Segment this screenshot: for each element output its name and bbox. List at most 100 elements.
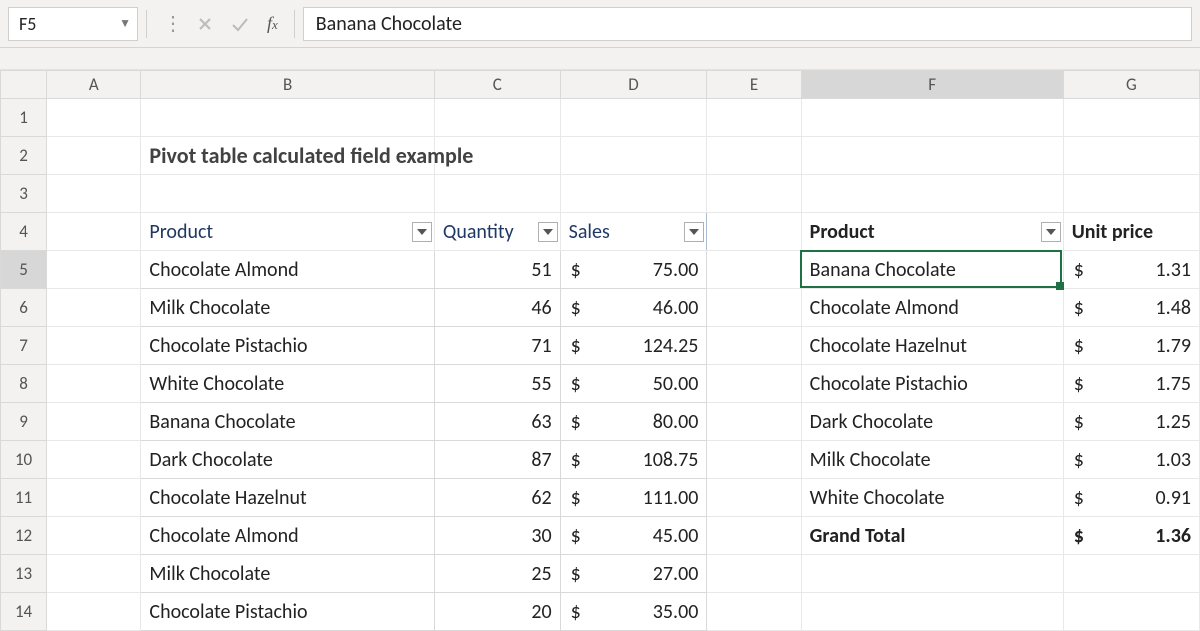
table-cell-product[interactable]: Chocolate Almond — [141, 251, 434, 289]
table-cell-product[interactable]: Chocolate Pistachio — [141, 327, 434, 365]
cell-D4[interactable]: Sales — [560, 213, 707, 251]
cell-E9[interactable] — [707, 403, 801, 441]
filter-button[interactable] — [1041, 222, 1061, 242]
cell-C3[interactable] — [434, 175, 560, 213]
table-cell-product[interactable]: Milk Chocolate — [141, 289, 434, 327]
cell-A7[interactable] — [47, 327, 141, 365]
table-cell-sales[interactable]: $45.00 — [560, 517, 707, 555]
row-header[interactable]: 13 — [1, 555, 47, 593]
select-all-corner[interactable] — [1, 71, 47, 99]
row-header[interactable]: 14 — [1, 593, 47, 631]
cell-A13[interactable] — [47, 555, 141, 593]
table-cell-sales[interactable]: $111.00 — [560, 479, 707, 517]
pivot-row-value[interactable]: $1.79 — [1063, 327, 1199, 365]
cell-A5[interactable] — [47, 251, 141, 289]
table-cell-sales[interactable]: $50.00 — [560, 365, 707, 403]
pivot-grand-total-label[interactable]: Grand Total — [801, 517, 1063, 555]
pivot-row-label[interactable]: Chocolate Pistachio — [801, 365, 1063, 403]
cell-D3[interactable] — [560, 175, 707, 213]
cell-F1[interactable] — [801, 99, 1063, 137]
pivot-row-value[interactable]: $1.25 — [1063, 403, 1199, 441]
cell-D1[interactable] — [560, 99, 707, 137]
cell-E12[interactable] — [707, 517, 801, 555]
cell-C1[interactable] — [434, 99, 560, 137]
cell-F13[interactable] — [801, 555, 1063, 593]
pivot-row-value[interactable]: $1.48 — [1063, 289, 1199, 327]
cell-A8[interactable] — [47, 365, 141, 403]
table-cell-quantity[interactable]: 62 — [434, 479, 560, 517]
cell-E13[interactable] — [707, 555, 801, 593]
formula-input[interactable]: Banana Chocolate — [303, 7, 1192, 41]
cell-G3[interactable] — [1063, 175, 1199, 213]
cell-B2[interactable]: Pivot table calculated field example — [141, 137, 434, 175]
cell-A1[interactable] — [47, 99, 141, 137]
table-cell-sales[interactable]: $80.00 — [560, 403, 707, 441]
table-cell-quantity[interactable]: 71 — [434, 327, 560, 365]
cell-A9[interactable] — [47, 403, 141, 441]
spreadsheet-grid[interactable]: ABCDEFG 12Pivot table calculated field e… — [0, 70, 1200, 631]
cell-E7[interactable] — [707, 327, 801, 365]
pivot-row-label[interactable]: Chocolate Almond — [801, 289, 1063, 327]
column-header-C[interactable]: C — [434, 71, 560, 99]
pivot-row-value[interactable]: $1.75 — [1063, 365, 1199, 403]
table-cell-quantity[interactable]: 87 — [434, 441, 560, 479]
table-cell-product[interactable]: Milk Chocolate — [141, 555, 434, 593]
cell-C4[interactable]: Quantity — [434, 213, 560, 251]
pivot-row-label[interactable]: White Chocolate — [801, 479, 1063, 517]
cell-A14[interactable] — [47, 593, 141, 631]
cell-A6[interactable] — [47, 289, 141, 327]
cell-G13[interactable] — [1063, 555, 1199, 593]
cell-E10[interactable] — [707, 441, 801, 479]
cell-E14[interactable] — [707, 593, 801, 631]
row-header[interactable]: 8 — [1, 365, 47, 403]
cell-E2[interactable] — [707, 137, 801, 175]
cell-F4[interactable]: Product — [801, 213, 1063, 251]
cell-E3[interactable] — [707, 175, 801, 213]
cell-E4[interactable] — [707, 213, 801, 251]
cell-A3[interactable] — [47, 175, 141, 213]
table-cell-sales[interactable]: $108.75 — [560, 441, 707, 479]
row-header[interactable]: 1 — [1, 99, 47, 137]
table-cell-quantity[interactable]: 30 — [434, 517, 560, 555]
table-cell-product[interactable]: Banana Chocolate — [141, 403, 434, 441]
cell-E5[interactable] — [707, 251, 801, 289]
row-header[interactable]: 10 — [1, 441, 47, 479]
cell-A12[interactable] — [47, 517, 141, 555]
table-cell-product[interactable]: Chocolate Almond — [141, 517, 434, 555]
insert-function-icon[interactable]: fx — [267, 13, 278, 34]
filter-button[interactable] — [538, 222, 558, 242]
row-header[interactable]: 5 — [1, 251, 47, 289]
filter-button[interactable] — [684, 222, 704, 242]
cell-F3[interactable] — [801, 175, 1063, 213]
cell-E1[interactable] — [707, 99, 801, 137]
cancel-icon[interactable] — [197, 16, 213, 32]
pivot-row-label[interactable]: Milk Chocolate — [801, 441, 1063, 479]
cell-G2[interactable] — [1063, 137, 1199, 175]
pivot-row-value[interactable]: $1.03 — [1063, 441, 1199, 479]
table-cell-product[interactable]: Chocolate Pistachio — [141, 593, 434, 631]
cell-A2[interactable] — [47, 137, 141, 175]
row-header[interactable]: 4 — [1, 213, 47, 251]
row-header[interactable]: 11 — [1, 479, 47, 517]
row-header[interactable]: 2 — [1, 137, 47, 175]
table-cell-product[interactable]: Dark Chocolate — [141, 441, 434, 479]
cell-B4[interactable]: Product — [141, 213, 434, 251]
table-cell-quantity[interactable]: 51 — [434, 251, 560, 289]
cell-E6[interactable] — [707, 289, 801, 327]
table-cell-sales[interactable]: $124.25 — [560, 327, 707, 365]
table-cell-sales[interactable]: $46.00 — [560, 289, 707, 327]
cell-F2[interactable] — [801, 137, 1063, 175]
column-header-E[interactable]: E — [707, 71, 801, 99]
pivot-row-value[interactable]: $1.31 — [1063, 251, 1199, 289]
cell-D2[interactable] — [560, 137, 707, 175]
table-cell-quantity[interactable]: 25 — [434, 555, 560, 593]
table-cell-product[interactable]: White Chocolate — [141, 365, 434, 403]
table-cell-quantity[interactable]: 63 — [434, 403, 560, 441]
cell-F14[interactable] — [801, 593, 1063, 631]
cell-G14[interactable] — [1063, 593, 1199, 631]
filter-button[interactable] — [412, 222, 432, 242]
row-header[interactable]: 12 — [1, 517, 47, 555]
column-header-G[interactable]: G — [1063, 71, 1199, 99]
cell-B1[interactable] — [141, 99, 434, 137]
row-header[interactable]: 7 — [1, 327, 47, 365]
